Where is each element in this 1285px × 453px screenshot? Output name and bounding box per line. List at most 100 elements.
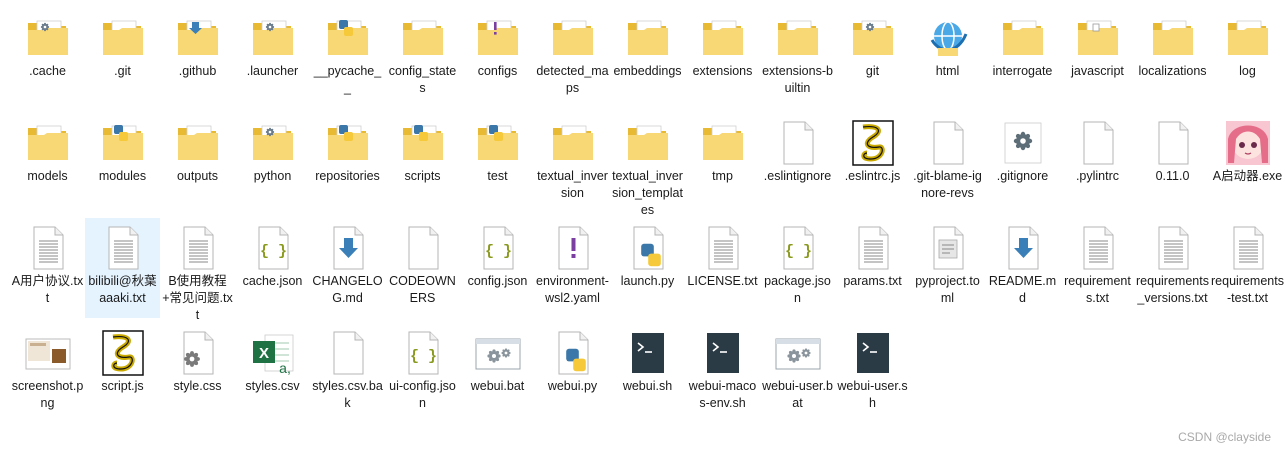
shell-file-icon bbox=[624, 329, 672, 377]
folder-item-models[interactable]: models bbox=[10, 113, 85, 213]
excel-file-icon: Xa, bbox=[249, 329, 297, 377]
file-item-params-txt[interactable]: params.txt bbox=[835, 218, 910, 318]
file-item-license-txt[interactable]: LICENSE.txt bbox=[685, 218, 760, 318]
item-label: .github bbox=[178, 64, 217, 78]
file-item-webui-sh[interactable]: webui.sh bbox=[610, 323, 685, 423]
shell-file-icon bbox=[699, 329, 747, 377]
file-item-readme-md[interactable]: README.md bbox=[985, 218, 1060, 318]
item-label: CHANGELOG.md bbox=[312, 274, 383, 305]
python-file-icon bbox=[624, 224, 672, 272]
item-label: .gitignore bbox=[996, 169, 1049, 183]
folder-item-scripts[interactable]: scripts bbox=[385, 113, 460, 213]
folder-item-test[interactable]: test bbox=[460, 113, 535, 213]
file-item-config-json[interactable]: { } config.json bbox=[460, 218, 535, 318]
file-item-script-js[interactable]: script.js bbox=[85, 323, 160, 423]
item-label: .eslintrc.js bbox=[844, 169, 901, 183]
folder-item-html[interactable]: html bbox=[910, 8, 985, 108]
file-item-0-11-0[interactable]: 0.11.0 bbox=[1135, 113, 1210, 213]
folder-web-icon bbox=[924, 14, 972, 62]
file-item-cache-json[interactable]: { } cache.json bbox=[235, 218, 310, 318]
folder-item-outputs[interactable]: outputs bbox=[160, 113, 235, 213]
file-item-eslintrc-js[interactable]: .eslintrc.js bbox=[835, 113, 910, 213]
item-label: log bbox=[1239, 64, 1256, 78]
file-item-codeowners[interactable]: CODEOWNERS bbox=[385, 218, 460, 318]
file-item-pylintrc[interactable]: .pylintrc bbox=[1060, 113, 1135, 213]
yaml-file-icon bbox=[549, 224, 597, 272]
folder-item-extensions[interactable]: extensions bbox=[685, 8, 760, 108]
file-item-webui-py[interactable]: webui.py bbox=[535, 323, 610, 423]
item-label: outputs bbox=[176, 169, 218, 183]
file-item-launch-py[interactable]: launch.py bbox=[610, 218, 685, 318]
file-item-requirements-test-txt[interactable]: requirements-test.txt bbox=[1210, 218, 1285, 318]
folder-item-github[interactable]: .github bbox=[160, 8, 235, 108]
file-item-styles-csv-bak[interactable]: styles.csv.bak bbox=[310, 323, 385, 423]
file-item-bilibili-aaaki-txt[interactable]: bilibili@秋葉aaaki.txt bbox=[85, 218, 160, 318]
file-item-screenshot-png[interactable]: screenshot.png bbox=[10, 323, 85, 423]
folder-item-launcher[interactable]: .launcher bbox=[235, 8, 310, 108]
folder-item-javascript[interactable]: javascript bbox=[1060, 8, 1135, 108]
file-item-requirements-txt[interactable]: requirements.txt bbox=[1060, 218, 1135, 318]
file-item-gitignore[interactable]: .gitignore bbox=[985, 113, 1060, 213]
file-item-styles-csv[interactable]: Xa, styles.csv bbox=[235, 323, 310, 423]
folder-icon bbox=[699, 119, 747, 167]
svg-text:a,: a, bbox=[279, 360, 291, 376]
folder-item-embeddings[interactable]: embeddings bbox=[610, 8, 685, 108]
file-item-webui-macos-env-sh[interactable]: webui-macos-env.sh bbox=[685, 323, 760, 423]
folder-item-detected-maps[interactable]: detected_maps bbox=[535, 8, 610, 108]
item-label: extensions bbox=[692, 64, 753, 78]
folder-item-pycache[interactable]: __pycache__ bbox=[310, 8, 385, 108]
file-item-style-css[interactable]: style.css bbox=[160, 323, 235, 423]
file-item-b-txt[interactable]: B使用教程+常见问题.txt bbox=[160, 218, 235, 322]
item-label: detected_maps bbox=[536, 64, 609, 95]
file-item-a-exe[interactable]: A启动器.exe bbox=[1210, 113, 1285, 213]
item-label: repositories bbox=[315, 169, 380, 183]
folder-item-extensions-builtin[interactable]: extensions-builtin bbox=[760, 8, 835, 108]
folder-item-git[interactable]: .git bbox=[85, 8, 160, 108]
folder-item-cache[interactable]: .cache bbox=[10, 8, 85, 108]
item-label: webui-user.bat bbox=[762, 379, 833, 410]
folder-item-interrogate[interactable]: interrogate bbox=[985, 8, 1060, 108]
file-item-a-txt[interactable]: A用户协议.txt bbox=[10, 218, 85, 318]
folder-item-config-states[interactable]: config_states bbox=[385, 8, 460, 108]
file-item-webui-bat[interactable]: webui.bat bbox=[460, 323, 535, 423]
file-item-environment-wsl2-yaml[interactable]: environment-wsl2.yaml bbox=[535, 218, 610, 318]
folder-gear-icon bbox=[249, 14, 297, 62]
folder-item-tmp[interactable]: tmp bbox=[685, 113, 760, 213]
file-item-requirements-versions-txt[interactable]: requirements_versions.txt bbox=[1135, 218, 1210, 318]
item-label: screenshot.png bbox=[11, 379, 84, 410]
folder-item-textual-inversion[interactable]: textual_inversion bbox=[535, 113, 610, 213]
item-label: requirements_versions.txt bbox=[1136, 274, 1209, 305]
item-label: models bbox=[27, 169, 68, 183]
file-item-git-blame-ignore-revs[interactable]: .git-blame-ignore-revs bbox=[910, 113, 985, 213]
folder-item-textual-inversion-templates[interactable]: textual_inversion_templates bbox=[610, 113, 685, 217]
item-label: ui-config.json bbox=[389, 379, 456, 410]
item-label: 0.11.0 bbox=[1155, 169, 1190, 183]
svg-text:X: X bbox=[258, 345, 268, 362]
folder-item-repositories[interactable]: repositories bbox=[310, 113, 385, 213]
folder-item-modules[interactable]: modules bbox=[85, 113, 160, 213]
item-label: interrogate bbox=[992, 64, 1053, 78]
folder-gear-icon bbox=[24, 14, 72, 62]
item-label: environment-wsl2.yaml bbox=[536, 274, 609, 305]
folder-item-log[interactable]: log bbox=[1210, 8, 1285, 108]
folder-icon bbox=[549, 14, 597, 62]
item-label: styles.csv bbox=[245, 379, 300, 393]
file-item-eslintignore[interactable]: .eslintignore bbox=[760, 113, 835, 213]
python-file-icon bbox=[549, 329, 597, 377]
folder-icon bbox=[1224, 14, 1272, 62]
file-item-webui-user-bat[interactable]: webui-user.bat bbox=[760, 323, 835, 423]
folder-icon bbox=[624, 14, 672, 62]
file-item-changelog-md[interactable]: CHANGELOG.md bbox=[310, 218, 385, 318]
file-item-ui-config-json[interactable]: { } ui-config.json bbox=[385, 323, 460, 423]
folder-item-python[interactable]: python bbox=[235, 113, 310, 213]
folder-item-git[interactable]: git bbox=[835, 8, 910, 108]
file-item-webui-user-sh[interactable]: webui-user.sh bbox=[835, 323, 910, 423]
folder-item-localizations[interactable]: localizations bbox=[1135, 8, 1210, 108]
file-item-pyproject-toml[interactable]: pyproject.toml bbox=[910, 218, 985, 318]
file-item-package-json[interactable]: { } package.json bbox=[760, 218, 835, 318]
item-label: .pylintrc bbox=[1075, 169, 1120, 183]
text-file-icon bbox=[24, 224, 72, 272]
folder-item-configs[interactable]: configs bbox=[460, 8, 535, 108]
folder-gear-icon bbox=[249, 119, 297, 167]
svg-text:{ }: { } bbox=[409, 348, 436, 365]
